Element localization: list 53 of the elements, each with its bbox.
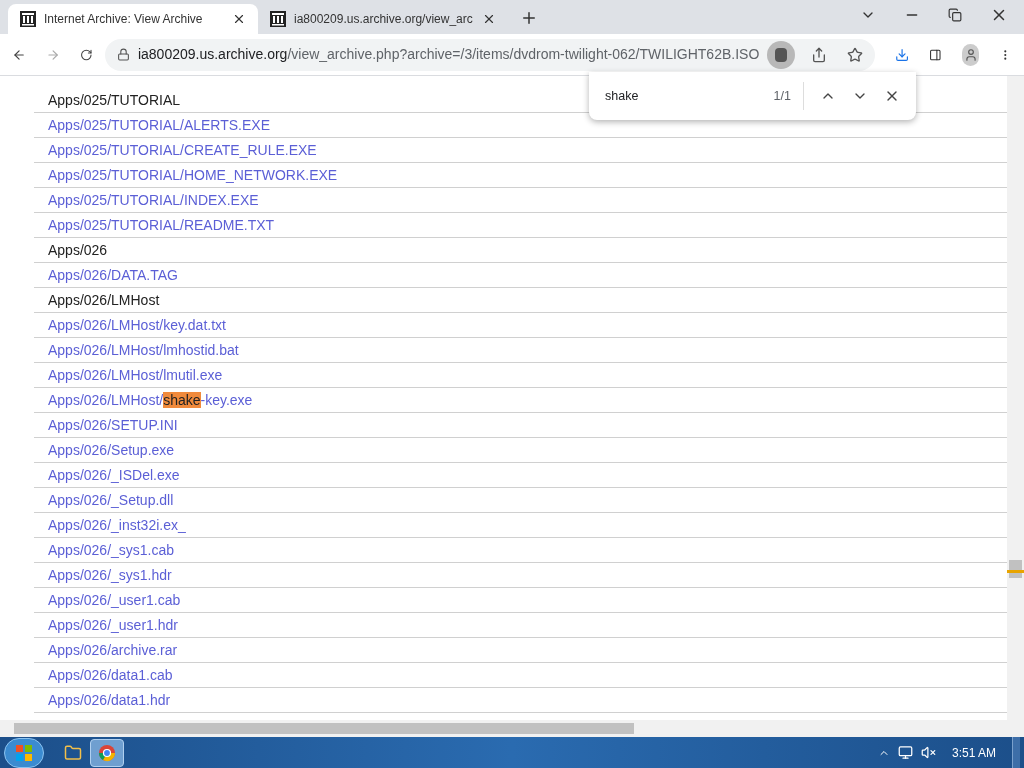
url-text: ia800209.us.archive.org/view_archive.php?archive=/3/items/dvdrom-twilight-062/TWILIGHT62B.ISO [137, 45, 760, 64]
file-link[interactable]: Apps/026/_ISDel.exe [48, 464, 180, 486]
file-link[interactable]: Apps/026/LMHost/key.dat.txt [48, 314, 226, 336]
file-link[interactable]: Apps/025/TUTORIAL/README.TXT [48, 214, 275, 236]
file-link[interactable]: Apps/026/Setup.exe [48, 439, 175, 461]
file-link[interactable]: Apps/025/TUTORIAL/ALERTS.EXE [48, 114, 271, 136]
file-link[interactable]: Apps/026/LMHost/shake-key.exe [48, 389, 253, 411]
close-icon[interactable] [232, 12, 246, 26]
file-link[interactable]: Apps/025/TUTORIAL/INDEX.EXE [48, 189, 259, 211]
lock-icon [116, 48, 130, 61]
chrome-taskbar-icon[interactable] [90, 738, 124, 767]
file-link[interactable]: Apps/026/data1.hdr [48, 689, 171, 711]
folder-icon[interactable] [64, 743, 82, 762]
bookmark-star-icon[interactable] [847, 46, 864, 63]
start-button[interactable] [4, 737, 44, 768]
file-link[interactable]: Apps/026/_sys1.cab [48, 539, 175, 561]
file-link[interactable]: Apps/025/TUTORIAL/HOME_NETWORK.EXE [48, 164, 338, 186]
file-link[interactable]: Apps/026/_inst32i.ex_ [48, 514, 186, 536]
browser-tab[interactable]: ia800209.us.archive.org/view_arc [258, 4, 508, 34]
profile-icon[interactable] [962, 43, 980, 66]
file-link[interactable]: Apps/026/_Setup.dll [48, 489, 174, 511]
address-bar[interactable]: ia800209.us.archive.org/view_archive.php?archive=/3/items/dvdrom-twilight-062/TWILIGHT62B.ISO [104, 38, 876, 71]
windows-logo-icon [15, 743, 33, 762]
clock[interactable]: 3:51 AM [951, 743, 996, 762]
file-link[interactable]: Apps/026/_sys1.hdr [48, 564, 172, 586]
horizontal-scrollbar[interactable] [0, 720, 1024, 737]
museum-icon [270, 11, 286, 27]
tab-title: ia800209.us.archive.org/view_arc [294, 11, 474, 28]
file-link[interactable]: Apps/026/SETUP.INI [48, 414, 178, 436]
file-link[interactable]: Apps/026/_user1.hdr [48, 614, 178, 636]
match-count: 1/1 [773, 87, 791, 105]
folder-path: Apps/026/LMHost [48, 290, 160, 310]
file-link[interactable]: Apps/026/archive.rar [48, 639, 178, 661]
browser-tab[interactable]: Internet Archive: View Archive [8, 4, 258, 34]
restore-icon[interactable] [948, 8, 962, 22]
folder-path: Apps/026 [48, 240, 108, 260]
network-icon[interactable] [897, 745, 913, 760]
file-link[interactable]: Apps/026/LMHost/lmutil.exe [48, 364, 223, 386]
file-link[interactable]: Apps/026/DATA.TAG [48, 264, 178, 286]
vertical-scrollbar[interactable] [1007, 76, 1024, 720]
museum-icon [20, 11, 36, 27]
find-icon[interactable] [767, 40, 796, 69]
file-link[interactable]: Apps/026/_user1.cab [48, 589, 181, 611]
file-link[interactable]: Apps/026/data1.cab [48, 664, 173, 686]
file-link[interactable]: Apps/025/TUTORIAL/CREATE_RULE.EXE [48, 139, 317, 161]
new-tab-icon[interactable] [520, 9, 538, 27]
file-link[interactable]: Apps/026/LMHost/lmhostid.bat [48, 339, 239, 361]
share-icon[interactable] [811, 46, 828, 63]
tab-title: Internet Archive: View Archive [44, 11, 204, 28]
close-icon[interactable] [482, 12, 496, 26]
find-input[interactable]: shake [605, 86, 774, 106]
folder-path: Apps/025/TUTORIAL [48, 90, 181, 110]
volume-muted-icon[interactable] [920, 745, 936, 760]
